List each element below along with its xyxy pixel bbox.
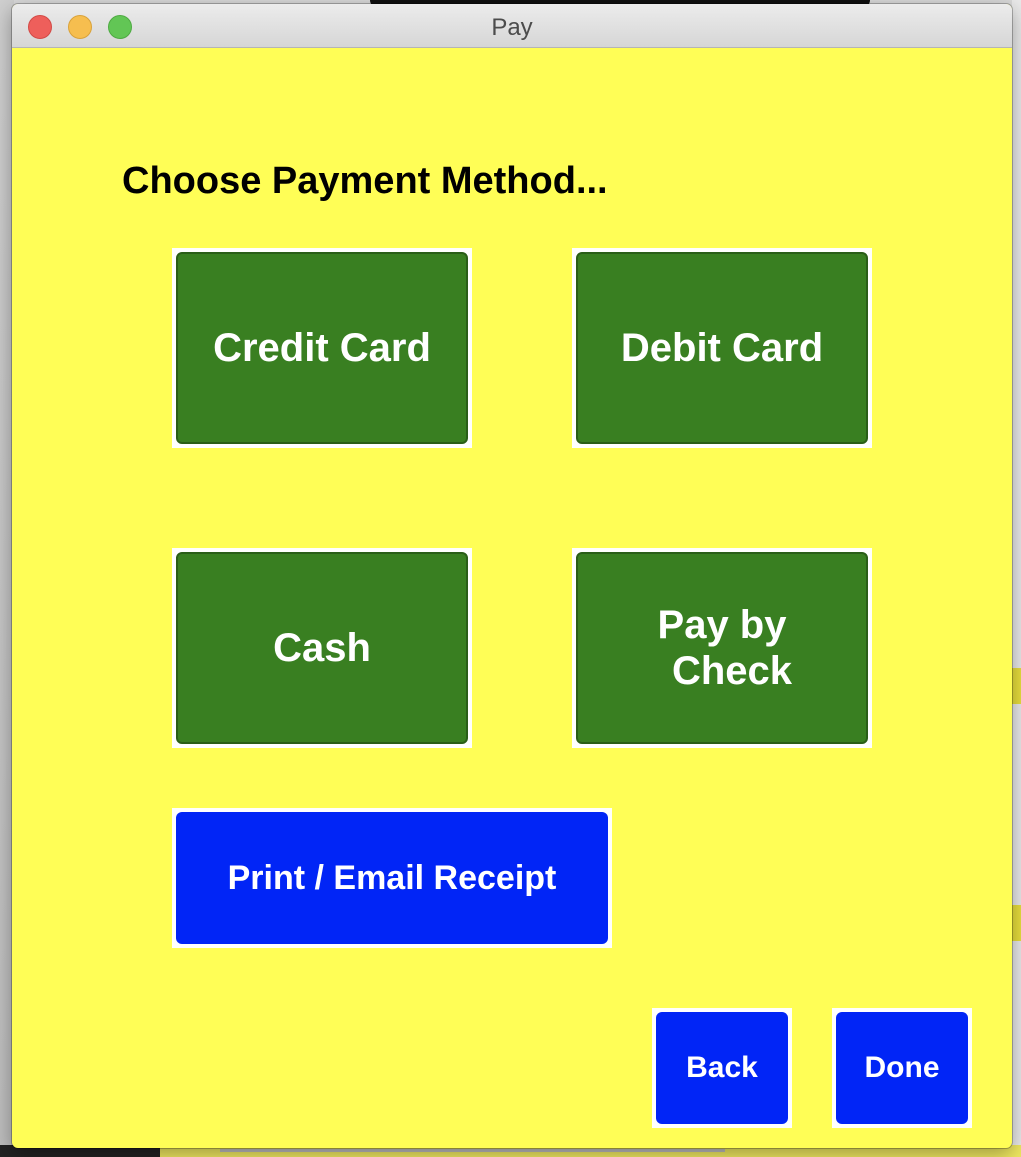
pay-by-check-label-line1: Pay by	[657, 603, 787, 647]
pay-by-check-button[interactable]: Pay by Check	[576, 552, 868, 744]
back-button-frame: Back	[652, 1008, 792, 1128]
window-title: Pay	[491, 14, 533, 41]
pay-window: Pay Choose Payment Method... Credit Card…	[12, 4, 1012, 1148]
done-button[interactable]: Done	[836, 1012, 968, 1124]
payment-panel: Choose Payment Method... Credit Card Deb…	[12, 48, 1012, 1148]
receipt-button-frame: Print / Email Receipt	[172, 808, 612, 948]
done-button-frame: Done	[832, 1008, 972, 1128]
pay-by-check-label-line2: Check	[671, 649, 793, 693]
debit-card-button[interactable]: Debit Card	[576, 252, 868, 444]
title-bar[interactable]: Pay	[12, 4, 1012, 48]
page-title: Choose Payment Method...	[122, 160, 608, 202]
credit-card-button-frame: Credit Card	[172, 248, 472, 448]
background-app-right	[1012, 0, 1021, 1157]
cash-button-frame: Cash	[172, 548, 472, 748]
background-app-band	[1012, 668, 1021, 704]
credit-card-button[interactable]: Credit Card	[176, 252, 468, 444]
debit-card-button-frame: Debit Card	[572, 248, 872, 448]
cash-button[interactable]: Cash	[176, 552, 468, 744]
background-app-band	[1012, 905, 1021, 941]
pay-by-check-button-frame: Pay by Check	[572, 548, 872, 748]
back-button[interactable]: Back	[656, 1012, 788, 1124]
print-email-receipt-button[interactable]: Print / Email Receipt	[176, 812, 608, 944]
background-app-scrollbar	[220, 1149, 725, 1152]
